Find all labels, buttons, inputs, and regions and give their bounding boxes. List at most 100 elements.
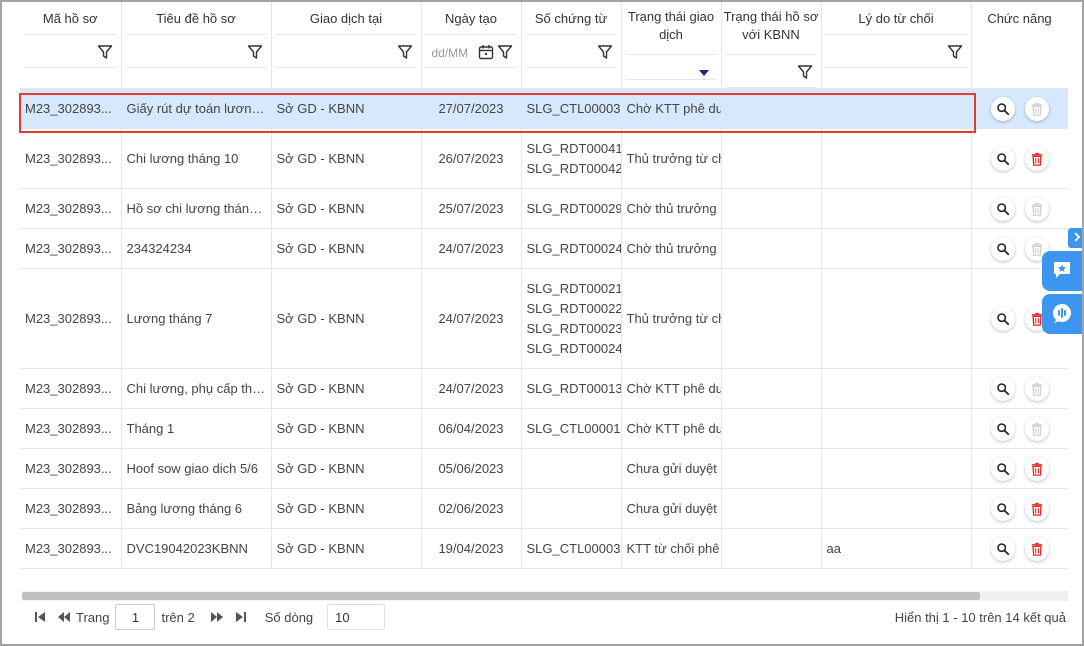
cell-tieu-de: DVC19042023KBNN <box>121 528 272 569</box>
view-button[interactable] <box>990 496 1015 521</box>
cell-actions <box>971 488 1068 529</box>
table-row[interactable]: M23_302893... DVC19042023KBNN Sở GD - KBNN… <box>20 528 1068 569</box>
table-row[interactable]: M23_302893... Hoof sow giao dich 5/6 Sở GD… <box>20 448 1068 489</box>
status-filter-select[interactable] <box>625 54 717 80</box>
document-number: SLG_RDT00041 <box>526 140 621 156</box>
cell-giao-dich-tai: Sở GD - KBNN <box>271 528 422 569</box>
search-icon <box>996 382 1010 396</box>
chat-support-button[interactable] <box>1042 294 1082 334</box>
cell-giao-dich-tai: Sở GD - KBNN <box>271 88 422 129</box>
document-number: SLG_CTL00003 <box>526 540 621 556</box>
cell-tieu-de: Bảng lương tháng 6 <box>121 488 272 529</box>
delete-button <box>1024 96 1049 121</box>
cell-ma-ho-so: M23_302893... <box>20 228 122 269</box>
filter-icon[interactable] <box>97 44 113 60</box>
cell-actions <box>971 528 1068 569</box>
cell-actions <box>971 188 1068 229</box>
cell-ngay-tao: 24/07/2023 <box>421 268 522 369</box>
document-number: SLG_RDT00029 <box>526 200 621 216</box>
cell-tieu-de: Hồ sơ chi lương tháng 8 <box>121 188 272 229</box>
column-filter-input[interactable] <box>24 34 117 68</box>
table-row[interactable]: M23_302893... Bảng lương tháng 6 Sở GD - K… <box>20 488 1068 529</box>
column-title: Số chứng từ <box>534 11 608 26</box>
column-filter-input[interactable] <box>725 54 817 88</box>
cell-trang-thai-kbnn <box>721 268 822 369</box>
table-row[interactable]: M23_302893... Tháng 1 Sở GD - KBNN 06/04/20… <box>20 408 1068 449</box>
table-row[interactable]: M23_302893... Lương tháng 7 Sở GD - KBNN 24… <box>20 268 1068 369</box>
calendar-icon[interactable] <box>478 44 494 60</box>
column-filter-input[interactable] <box>275 34 417 68</box>
filter-icon[interactable] <box>497 44 513 60</box>
cell-trang-thai: Chờ KTT phê duy <box>621 88 722 129</box>
document-number: SLG_RDT00024 <box>526 240 621 256</box>
column-header-ngay-tao: Ngày tạo dd/MM <box>421 2 522 89</box>
next-page-icon[interactable] <box>209 609 225 625</box>
view-button[interactable] <box>990 376 1015 401</box>
table-row[interactable]: M23_302893... Chi lương tháng 10 Sở GD - K… <box>20 128 1068 189</box>
page-number-input[interactable] <box>115 604 156 630</box>
cell-ma-ho-so: M23_302893... <box>20 408 122 449</box>
cell-trang-thai: KTT từ chối phê <box>621 528 722 569</box>
date-filter-input[interactable]: dd/MM <box>425 34 517 68</box>
scrollbar-thumb[interactable] <box>22 592 980 600</box>
cell-trang-thai-kbnn <box>721 368 822 409</box>
column-filter-input[interactable] <box>125 34 267 68</box>
column-filter-input[interactable] <box>825 34 967 68</box>
delete-button[interactable] <box>1024 146 1049 171</box>
chevron-right-icon <box>1072 231 1082 246</box>
delete-button[interactable] <box>1024 496 1049 521</box>
column-header-so-chung-tu: Số chứng từ <box>521 2 622 89</box>
column-title: Ngày tạo <box>444 11 498 26</box>
table-row[interactable]: M23_302893... Hồ sơ chi lương tháng 8 Sở G… <box>20 188 1068 229</box>
cell-actions <box>971 448 1068 489</box>
cell-trang-thai: Chờ KTT phê duy <box>621 368 722 409</box>
rows-per-page-input[interactable] <box>327 604 386 630</box>
filter-icon[interactable] <box>947 44 963 60</box>
cell-giao-dich-tai: Sở GD - KBNN <box>271 368 422 409</box>
column-title: Chức năng <box>987 11 1052 26</box>
view-button[interactable] <box>990 456 1015 481</box>
cell-ly-do <box>821 488 972 529</box>
first-page-icon[interactable] <box>32 609 48 625</box>
view-button[interactable] <box>990 236 1015 261</box>
trash-icon <box>1030 102 1044 116</box>
document-number: SLG_RDT00021 <box>526 280 621 296</box>
document-number: SLG_RDT00022 <box>526 300 621 316</box>
trash-icon <box>1030 242 1044 256</box>
horizontal-scrollbar[interactable] <box>22 591 1068 601</box>
view-button[interactable] <box>990 306 1015 331</box>
view-button[interactable] <box>990 196 1015 221</box>
search-icon <box>996 152 1010 166</box>
table-body: M23_302893... Giấy rút dự toán lương... Sở… <box>20 88 1068 569</box>
view-button[interactable] <box>990 536 1015 561</box>
table-row[interactable]: M23_302893... 234324234 Sở GD - KBNN 24/07/… <box>20 228 1068 269</box>
cell-tieu-de: Chi lương tháng 10 <box>121 128 272 189</box>
feedback-button[interactable] <box>1042 251 1082 291</box>
view-button[interactable] <box>990 96 1015 121</box>
column-filter-input[interactable] <box>525 34 617 68</box>
filter-icon[interactable] <box>397 44 413 60</box>
last-page-icon[interactable] <box>233 609 249 625</box>
delete-button <box>1024 196 1049 221</box>
view-button[interactable] <box>990 146 1015 171</box>
dropdown-arrow-icon[interactable] <box>698 70 709 76</box>
delete-button[interactable] <box>1024 456 1049 481</box>
table-row[interactable]: M23_302893... Chi lương, phụ cấp thá... Sở… <box>20 368 1068 409</box>
filter-icon[interactable] <box>797 64 813 80</box>
prev-page-icon[interactable] <box>56 609 72 625</box>
view-button[interactable] <box>990 416 1015 441</box>
table-row[interactable]: M23_302893... Giấy rút dự toán lương... Sở… <box>20 88 1068 129</box>
date-placeholder: dd/MM <box>431 46 469 60</box>
collapse-panel-button[interactable] <box>1068 228 1082 248</box>
cell-ma-ho-so: M23_302893... <box>20 368 122 409</box>
cell-tieu-de: Lương tháng 7 <box>121 268 272 369</box>
cell-giao-dich-tai: Sở GD - KBNN <box>271 228 422 269</box>
delete-button[interactable] <box>1024 536 1049 561</box>
cell-trang-thai: Chờ thủ trưởng p <box>621 228 722 269</box>
filter-icon[interactable] <box>597 44 613 60</box>
column-title: Giao dịch tại <box>309 11 383 26</box>
filter-icon[interactable] <box>247 44 263 60</box>
cell-so-chung-tu <box>521 448 622 489</box>
document-number: SLG_RDT00024 <box>526 340 621 356</box>
column-header-giao-dich-tai: Giao dịch tại <box>271 2 422 89</box>
